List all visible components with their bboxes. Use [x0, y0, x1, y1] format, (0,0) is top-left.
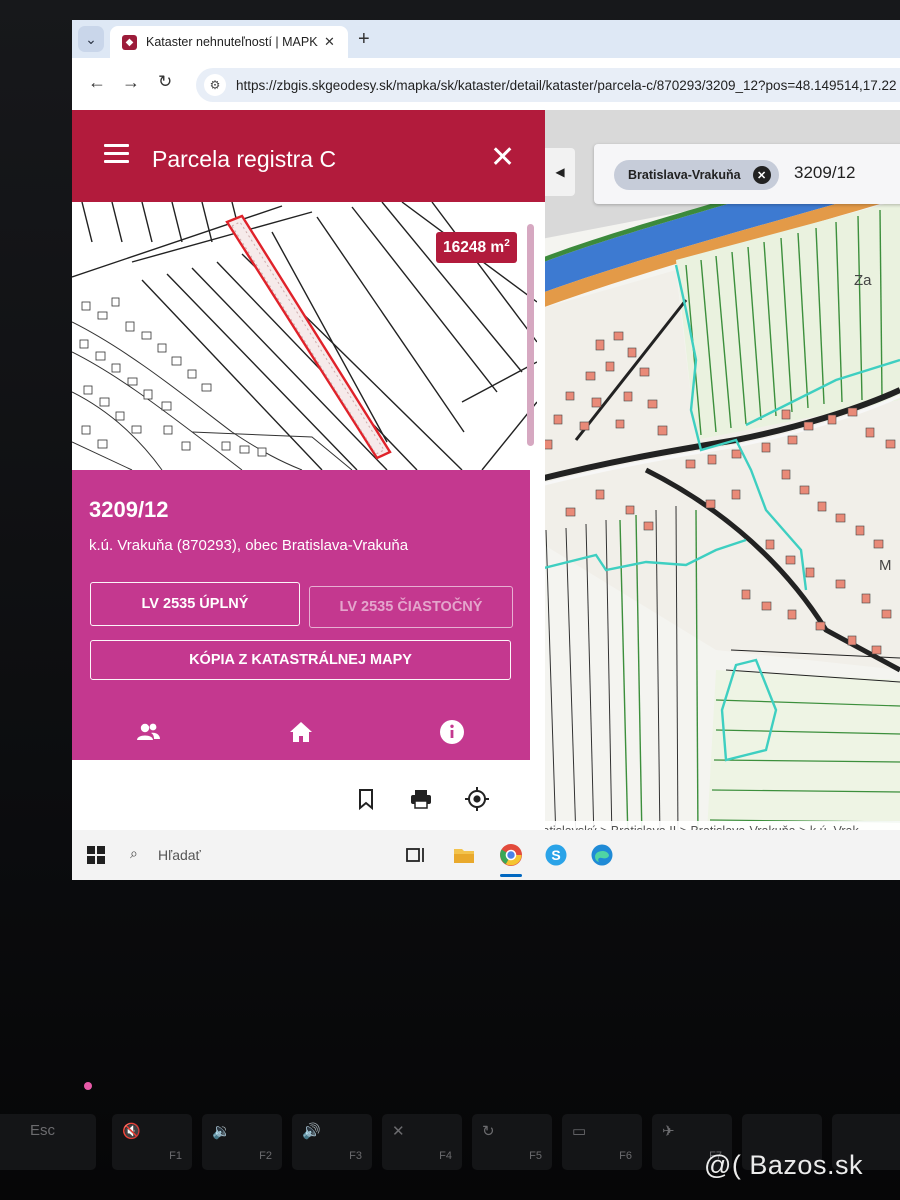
esc-led — [84, 1082, 92, 1090]
bazos-watermark: @( Bazos.sk — [704, 1150, 863, 1180]
mic-mute-icon: ✕ — [392, 1123, 405, 1140]
bookmark-icon[interactable] — [354, 787, 378, 811]
key-fn-label: F1 — [169, 1150, 182, 1162]
windows-start-icon[interactable] — [87, 846, 105, 864]
touchpad-icon: ▭ — [572, 1123, 587, 1140]
skype-icon[interactable]: S — [544, 843, 568, 867]
key-f3: 🔊 F3 — [292, 1114, 372, 1170]
edge-icon[interactable] — [590, 843, 614, 867]
chrome-icon[interactable] — [499, 843, 523, 867]
area-value: 16248 m — [443, 239, 505, 257]
file-explorer-icon[interactable] — [452, 843, 476, 867]
site-info-icon[interactable]: ⚙ — [204, 74, 226, 96]
search-input[interactable]: 3209/12 — [794, 163, 855, 183]
map-canvas: Za M — [536, 110, 900, 850]
location-filter-chip[interactable]: Bratislava-Vrakuňa ✕ — [614, 160, 779, 190]
collapse-panel-button[interactable]: ◀ — [545, 148, 575, 196]
key-f1: 🔇 F1 — [112, 1114, 192, 1170]
key-f2: 🔉 F2 — [202, 1114, 282, 1170]
tab-title: Kataster nehnuteľností | MAPKA — [146, 35, 318, 49]
active-app-indicator — [500, 874, 522, 877]
map-copy-button[interactable]: KÓPIA Z KATASTRÁLNEJ MAPY — [90, 640, 511, 680]
key-fn-label: F5 — [529, 1150, 542, 1162]
key-label: Esc — [30, 1122, 56, 1139]
cadastral-map[interactable]: Za M — [536, 110, 900, 850]
key-esc: Esc — [0, 1114, 96, 1170]
refresh-icon: ↻ — [482, 1123, 495, 1140]
new-tab-button[interactable]: + — [358, 28, 370, 51]
back-arrow-icon[interactable]: ← — [88, 72, 106, 93]
key-fn-label: F3 — [349, 1150, 362, 1162]
key-fn-label: F4 — [439, 1150, 452, 1162]
map-search-box[interactable]: Bratislava-Vrakuňa ✕ 3209/12 — [594, 144, 900, 204]
parcel-thumbnail-map: 16248 m2 — [72, 202, 537, 470]
map-label-m: M — [879, 557, 892, 574]
windows-taskbar: ⌕ Hľadať S — [72, 830, 900, 880]
laptop-screen: ⌄ ◆ Kataster nehnuteľností | MAPKA ✕ + ←… — [72, 20, 900, 880]
panel-header: Parcela registra C ✕ — [72, 110, 545, 202]
lv-partial-button[interactable]: LV 2535 ČIASTOČNÝ — [309, 586, 513, 628]
chip-clear-icon[interactable]: ✕ — [752, 166, 771, 184]
address-bar[interactable]: ⚙ https://zbgis.skgeodesy.sk/mapka/sk/ka… — [196, 68, 900, 102]
browser-tab-bar: ⌄ ◆ Kataster nehnuteľností | MAPKA ✕ + — [72, 20, 900, 58]
key-f5: ↻ F5 — [472, 1114, 552, 1170]
volume-down-icon: 🔉 — [212, 1123, 231, 1140]
parcel-info: 3209/12 k.ú. Vrakuňa (870293), obec Brat… — [72, 470, 530, 760]
parcel-number: 3209/12 — [89, 497, 169, 522]
parcel-panel: Parcela registra C ✕ 16248 m2 3209/12 k.… — [72, 110, 545, 850]
parcel-location: k.ú. Vrakuňa (870293), obec Bratislava-V… — [89, 537, 409, 554]
volume-up-icon: 🔊 — [302, 1123, 321, 1140]
mute-icon: 🔇 — [122, 1123, 141, 1140]
info-icon[interactable] — [438, 718, 466, 746]
key-f4: ✕ F4 — [382, 1114, 462, 1170]
panel-scrollbar[interactable] — [527, 224, 534, 446]
tab-close-icon[interactable]: ✕ — [324, 34, 335, 50]
site-favicon: ◆ — [122, 34, 137, 50]
key-fn-label: F2 — [259, 1150, 272, 1162]
forward-arrow-icon[interactable]: → — [122, 72, 140, 93]
airplane-icon: ✈ — [662, 1123, 675, 1140]
svg-text:S: S — [551, 847, 560, 863]
url-text: https://zbgis.skgeodesy.sk/mapka/sk/kata… — [236, 77, 897, 93]
reload-icon[interactable]: ↻ — [158, 72, 172, 92]
task-view-icon[interactable] — [404, 843, 428, 867]
lv-full-button[interactable]: LV 2535 ÚPLNÝ — [90, 582, 300, 626]
tab-search-button[interactable]: ⌄ — [78, 26, 104, 52]
key-fn-label: F6 — [619, 1150, 632, 1162]
locate-icon[interactable] — [465, 787, 489, 811]
panel-title: Parcela registra C — [152, 146, 337, 172]
map-label-za: Za — [854, 272, 872, 289]
panel-bottom-bar — [72, 708, 530, 760]
owners-icon[interactable] — [134, 718, 162, 746]
area-badge: 16248 m2 — [436, 232, 517, 264]
browser-nav-bar: ← → ↻ ⚙ https://zbgis.skgeodesy.sk/mapka… — [72, 58, 900, 110]
home-icon[interactable] — [287, 718, 315, 746]
area-unit-superscript: 2 — [504, 238, 510, 249]
key-f6: ▭ F6 — [562, 1114, 642, 1170]
taskbar-search-icon[interactable]: ⌕ — [130, 845, 138, 862]
hamburger-menu-icon[interactable] — [104, 144, 129, 168]
browser-tab[interactable]: ◆ Kataster nehnuteľností | MAPKA ✕ — [110, 26, 348, 58]
chip-label: Bratislava-Vrakuňa — [628, 168, 741, 182]
panel-close-icon[interactable]: ✕ — [490, 140, 515, 175]
taskbar-search-input[interactable]: Hľadať — [158, 847, 201, 863]
print-icon[interactable] — [409, 787, 433, 811]
